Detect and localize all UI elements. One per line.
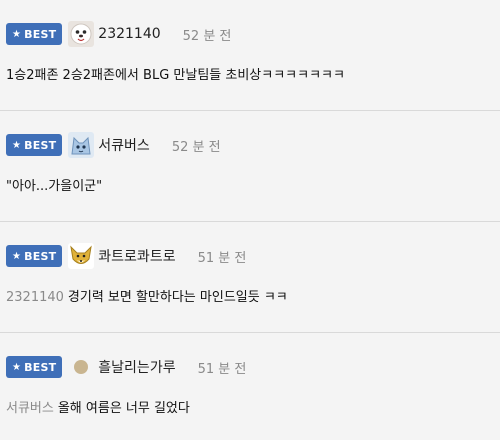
best-badge: ★ BEST	[6, 356, 63, 378]
best-badge-label: BEST	[24, 138, 57, 152]
star-icon: ★	[12, 28, 22, 40]
white-fluffy-dog-icon	[68, 21, 95, 47]
user-avatar[interactable]	[68, 132, 95, 158]
nickname[interactable]: 흘날리는가루	[98, 357, 175, 377]
comment-list: ★ BEST 2321140 52 분 전 1승2패존 2승2패존에서 BLG 만…	[0, 0, 500, 440]
comment-item: ★ BEST 서큐버스 52 분 전 "아아...가을이군"	[0, 111, 500, 222]
nickname[interactable]: 콰트로콰트로	[98, 246, 175, 266]
comment-meta: ★ BEST 2321140 52 분 전	[6, 20, 231, 48]
nickname[interactable]: 2321140	[98, 26, 160, 42]
best-badge: ★ BEST	[6, 245, 63, 267]
user-avatar[interactable]	[74, 360, 89, 374]
reply-mention[interactable]: 서큐버스	[6, 401, 54, 416]
comment-meta: ★ BEST 서큐버스 52 분 전	[6, 131, 221, 159]
fox-icon	[68, 243, 95, 269]
star-icon: ★	[12, 250, 22, 262]
comment-body: 서큐버스 올해 여름은 너무 길었다	[6, 397, 190, 416]
best-badge: ★ BEST	[6, 134, 63, 156]
best-badge-label: BEST	[24, 249, 57, 263]
comment-meta: ★ BEST 흘날리는가루 51 분 전	[6, 353, 246, 381]
timestamp: 51 분 전	[197, 361, 247, 377]
reply-mention[interactable]: 2321140	[6, 290, 64, 305]
best-badge-label: BEST	[24, 27, 57, 41]
comment-body: 2321140 경기력 보면 할만하다는 마인드일듯 ㅋㅋ	[6, 286, 288, 305]
comment-meta: ★ BEST 콰트로콰트로 51 분 전	[6, 242, 246, 270]
star-icon: ★	[12, 139, 22, 151]
comment-text: 1승2패존 2승2패존에서 BLG 만날팀들 초비상ㅋㅋㅋㅋㅋㅋㅋ	[6, 68, 345, 83]
comment-body: 1승2패존 2승2패존에서 BLG 만날팀들 초비상ㅋㅋㅋㅋㅋㅋㅋ	[6, 64, 345, 83]
blue-cat-icon	[68, 132, 95, 158]
timestamp: 52 분 전	[171, 139, 221, 155]
nickname[interactable]: 서큐버스	[98, 135, 150, 155]
user-avatar[interactable]	[68, 243, 95, 269]
comment-body: "아아...가을이군"	[6, 175, 102, 194]
comment-text: "아아...가을이군"	[6, 179, 103, 194]
timestamp: 52 분 전	[182, 28, 232, 44]
best-badge-label: BEST	[24, 360, 57, 374]
timestamp: 51 분 전	[197, 250, 247, 266]
user-avatar[interactable]	[68, 21, 95, 47]
comment-text: 올해 여름은 너무 길었다	[57, 401, 190, 416]
comment-item: ★ BEST 콰트로콰트로 51 분 전 2321140 경기력 보면 할만하다는 …	[0, 222, 500, 333]
best-badge: ★ BEST	[6, 23, 63, 45]
comment-text: 경기력 보면 할만하다는 마인드일듯 ㅋㅋ	[67, 290, 288, 305]
star-icon: ★	[12, 361, 22, 373]
comment-item: ★ BEST 흘날리는가루 51 분 전 서큐버스 올해 여름은 너무 길었다	[0, 333, 500, 440]
comment-item: ★ BEST 2321140 52 분 전 1승2패존 2승2패존에서 BLG 만…	[0, 0, 500, 111]
